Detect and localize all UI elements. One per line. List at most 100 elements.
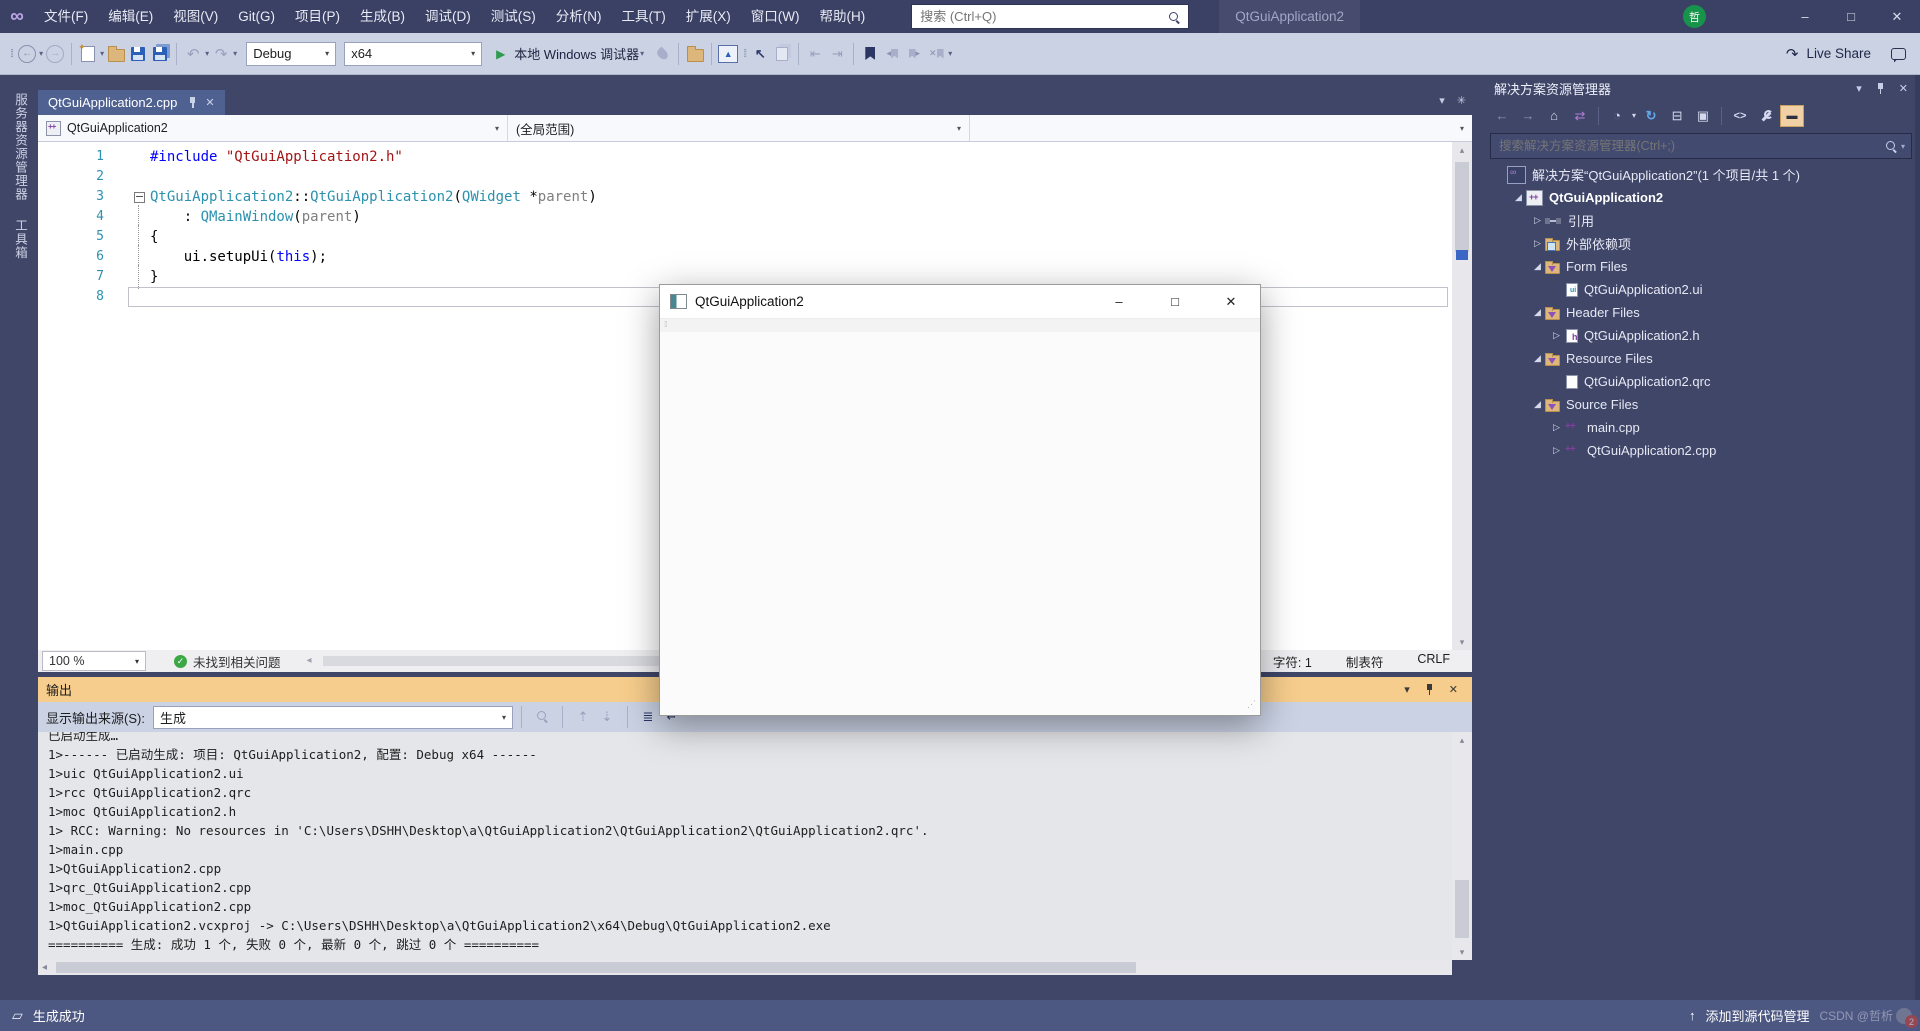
menu-item-4[interactable]: 项目(P) (285, 0, 350, 33)
toolbar-grip[interactable]: ⁞⁞ (743, 48, 747, 60)
editor-vertical-scrollbar[interactable]: ▴ ▾ (1452, 142, 1472, 650)
close-icon[interactable]: ✕ (1899, 82, 1908, 95)
add-to-source-control-button[interactable]: 添加到源代码管理 (1705, 1006, 1809, 1025)
navigate-forward-button[interactable]: → (44, 42, 66, 66)
tree-expander-icon[interactable]: ◢ (1530, 353, 1545, 364)
tree-expander-icon[interactable]: ◢ (1511, 192, 1526, 203)
switch-views-button[interactable]: ⇄ (1568, 104, 1592, 128)
scroll-down-icon[interactable]: ▾ (1452, 944, 1472, 960)
new-item-caret-icon[interactable]: ▾ (100, 49, 104, 58)
tree-expander-icon[interactable]: ◢ (1530, 399, 1545, 410)
project-properties-button[interactable] (1754, 104, 1778, 128)
tree-item-9[interactable]: QtGuiApplication2.qrc (1482, 370, 1920, 393)
types-dropdown[interactable]: QtGuiApplication2 ▾ (38, 115, 508, 141)
qt-close-button[interactable]: ✕ (1216, 294, 1246, 310)
menu-item-11[interactable]: 窗口(W) (741, 0, 810, 33)
menu-item-6[interactable]: 调试(D) (415, 0, 481, 33)
qt-maximize-button[interactable]: □ (1160, 294, 1190, 310)
previous-message-button[interactable]: ⇡ (571, 709, 595, 725)
next-bookmark-button[interactable]: ▸ (903, 42, 925, 66)
increase-indent-button[interactable]: ⇥ (826, 42, 848, 66)
find-message-button[interactable] (530, 710, 554, 725)
menu-item-2[interactable]: 视图(V) (163, 0, 228, 33)
live-share-button[interactable]: Live Share (1806, 46, 1871, 61)
menu-item-5[interactable]: 生成(B) (350, 0, 415, 33)
hot-reload-button[interactable] (651, 42, 673, 66)
back-button[interactable]: ← (1490, 104, 1514, 128)
output-source-dropdown[interactable]: 生成 ▾ (152, 705, 513, 729)
members-dropdown[interactable]: (全局范围) ▾ (508, 115, 970, 141)
code-line-4[interactable]: 4 : QMainWindow(parent) (38, 205, 1452, 229)
solution-search-input[interactable] (1491, 139, 1885, 153)
search-caret-icon[interactable]: ▾ (1901, 142, 1905, 151)
toggle-bookmark-button[interactable] (859, 42, 881, 66)
code-line-3[interactable]: 3 QtGuiApplication2::QtGuiApplication2(QW… (38, 187, 1452, 207)
collapse-all-button[interactable]: ⊟ (1665, 104, 1689, 128)
minimize-button[interactable]: – (1782, 0, 1828, 33)
scroll-left-icon[interactable]: ◂ (307, 654, 312, 668)
search-input[interactable] (912, 9, 1169, 24)
tree-item-11[interactable]: ▷ main.cpp (1482, 416, 1920, 439)
tab-close-icon[interactable]: ✕ (205, 96, 214, 109)
code-line-6[interactable]: 6 ui.setupUi(this); (38, 245, 1452, 269)
tree-item-1[interactable]: ◢ QtGuiApplication2 (1482, 186, 1920, 209)
tree-item-4[interactable]: ◢ Form Files (1482, 255, 1920, 278)
undo-button[interactable]: ↶ (182, 42, 204, 66)
scroll-up-icon[interactable]: ▴ (1452, 732, 1472, 748)
scroll-down-icon[interactable]: ▾ (1452, 634, 1472, 650)
home-button[interactable]: ⌂ (1542, 104, 1566, 128)
menu-item-8[interactable]: 分析(N) (546, 0, 612, 33)
properties-button[interactable]: ▣ (1691, 104, 1715, 128)
pin-icon[interactable] (1877, 82, 1884, 94)
tree-expander-icon[interactable]: ▷ (1530, 238, 1545, 249)
image-watch-button[interactable]: ▲ (717, 42, 739, 66)
clear-bookmarks-button[interactable]: ✕ (925, 42, 947, 66)
debugger-caret-icon[interactable]: ▾ (640, 49, 644, 58)
save-all-button[interactable] (149, 42, 171, 66)
tree-item-0[interactable]: 解决方案“QtGuiApplication2”(1 个项目/共 1 个) (1482, 163, 1920, 186)
close-icon[interactable]: ✕ (1449, 683, 1458, 696)
filter-caret-icon[interactable]: ▾ (1632, 111, 1636, 120)
quick-search-box[interactable] (911, 4, 1190, 29)
outline-collapse-icon[interactable] (134, 192, 145, 203)
code-line-1[interactable]: 1 #include "QtGuiApplication2.h" (38, 147, 1452, 167)
qt-minimize-button[interactable]: – (1104, 294, 1134, 310)
find-in-files-button[interactable] (684, 42, 706, 66)
pin-icon[interactable] (189, 97, 196, 108)
debugger-target-label[interactable]: 本地 Windows 调试器 (514, 44, 639, 63)
menu-item-0[interactable]: 文件(F) (34, 0, 98, 33)
tree-expander-icon[interactable]: ◢ (1530, 261, 1545, 272)
tab-list-caret-icon[interactable]: ▾ (1439, 94, 1445, 107)
decrease-indent-button[interactable]: ⇤ (804, 42, 826, 66)
scroll-left-icon[interactable]: ◂ (42, 960, 47, 975)
output-horizontal-scrollbar[interactable]: ◂ (38, 960, 1452, 975)
copy-parallel-button[interactable] (771, 42, 793, 66)
tree-item-8[interactable]: ◢ Resource Files (1482, 347, 1920, 370)
tree-item-5[interactable]: QtGuiApplication2.ui (1482, 278, 1920, 301)
scrollbar-thumb[interactable] (1455, 880, 1469, 938)
restore-button[interactable]: □ (1828, 0, 1874, 33)
show-all-files-button[interactable]: <> (1728, 104, 1752, 128)
menu-item-3[interactable]: Git(G) (228, 0, 285, 33)
tree-item-10[interactable]: ◢ Source Files (1482, 393, 1920, 416)
bookmark-caret-icon[interactable]: ▾ (948, 49, 952, 58)
redo-button[interactable]: ↷ (210, 42, 232, 66)
projects-dropdown[interactable]: ▾ (970, 115, 1472, 141)
toolbox-vertical-tab[interactable]: 工具箱 (11, 219, 30, 260)
pending-changes-filter-button[interactable]: ◔ (1605, 104, 1629, 128)
clear-all-button[interactable]: ≣ (636, 709, 660, 725)
window-position-caret-icon[interactable]: ▾ (1404, 683, 1410, 696)
toolbar-grip[interactable]: ⁞⁞ (10, 48, 14, 60)
code-line-2[interactable]: 2 (38, 167, 1452, 187)
menu-item-9[interactable]: 工具(T) (612, 0, 676, 33)
tree-expander-icon[interactable]: ◢ (1530, 307, 1545, 318)
settings-gear-icon[interactable]: ✳ (1457, 94, 1466, 107)
tree-item-12[interactable]: ▷ QtGuiApplication2.cpp (1482, 439, 1920, 462)
solution-search-box[interactable]: ▾ (1490, 133, 1912, 159)
tree-item-7[interactable]: ▷ QtGuiApplication2.h (1482, 324, 1920, 347)
menu-item-12[interactable]: 帮助(H) (809, 0, 875, 33)
next-message-button[interactable]: ⇣ (595, 709, 619, 725)
tree-expander-icon[interactable]: ▷ (1549, 422, 1564, 433)
refresh-button[interactable]: ↻ (1639, 104, 1663, 128)
solution-configuration-dropdown[interactable]: Debug ▾ (246, 41, 337, 66)
